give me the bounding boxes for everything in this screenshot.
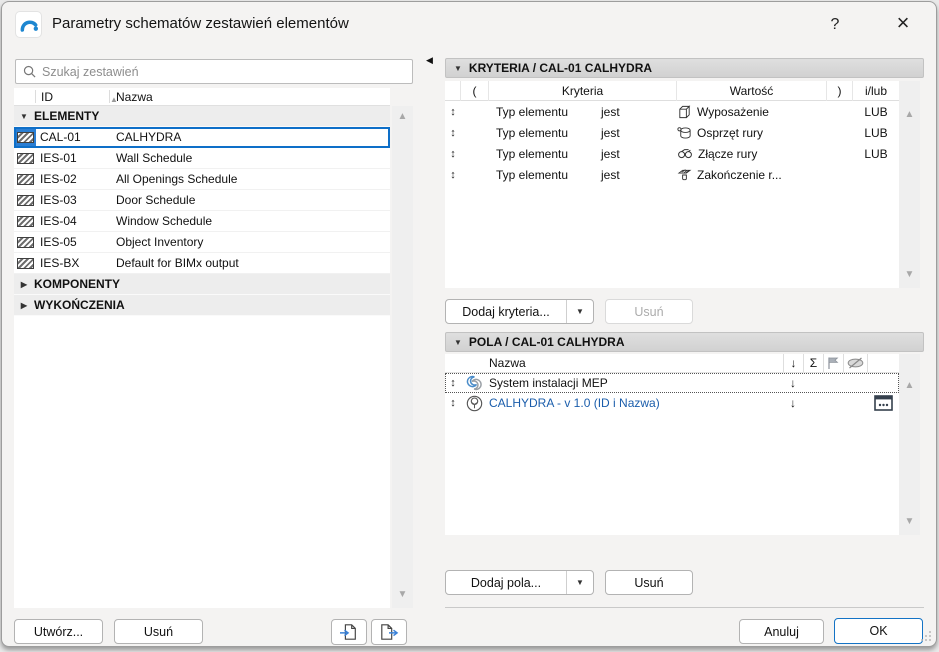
col-nazwa: Nazwa [487,356,783,370]
fields-table: Nazwa ↓ Σ ↕ System instalacji MEP ↓ ↕ [445,354,899,535]
section-collapse-icon: ▼ [454,338,462,347]
drag-handle-icon[interactable]: ↕ [445,397,461,409]
pipe-termination-icon [677,167,692,183]
search-box [15,59,413,84]
field-row[interactable]: ↕ System instalacji MEP ↓ [445,373,899,393]
property-tree-icon [461,395,487,412]
add-criteria-button[interactable]: Dodaj kryteria... ▼ [445,299,594,324]
scroll-down-icon[interactable]: ▼ [899,269,920,280]
fields-table-header: Nazwa ↓ Σ [445,354,899,373]
criteria-row[interactable]: ↕ Typ elementu jest Wyposażenie LUB [445,101,899,122]
footer-divider [445,607,924,608]
drag-handle-icon[interactable]: ↕ [445,169,461,181]
close-icon[interactable]: × [882,8,924,40]
col-close-paren: ) [827,81,853,101]
list-item[interactable]: IES-05 Object Inventory [14,232,390,253]
schedule-icon [14,253,36,273]
drag-handle-icon[interactable]: ↕ [445,106,461,118]
sort-down-icon[interactable]: ↓ [783,376,803,390]
drag-handle-icon[interactable]: ↕ [445,127,461,139]
list-item[interactable]: IES-01 Wall Schedule [14,148,390,169]
scroll-up-icon[interactable]: ▲ [899,109,920,120]
criteria-row[interactable]: ↕ Typ elementu jest Zakończenie r... [445,164,899,185]
column-header-id[interactable]: ID ▲ [36,90,110,104]
list-item[interactable]: IES-03 Door Schedule [14,190,390,211]
criteria-scrollbar[interactable]: ▲ ▼ [899,81,920,288]
cancel-button[interactable]: Anuluj [739,619,824,644]
schedule-icon [14,190,36,210]
schedule-list-header: ID ▲ Nazwa [14,88,390,106]
expand-triangle-icon: ▶ [14,301,34,310]
help-button[interactable]: ? [820,11,850,39]
delete-criteria-button: Usuń [605,299,693,324]
group-row-wykonczenia[interactable]: ▶ WYKOŃCZENIA [14,295,390,316]
dialog-parametry-schematow: Parametry schematów zestawień elementów … [1,1,937,647]
col-open-paren: ( [461,81,489,101]
page-title: Parametry schematów zestawień elementów [52,15,349,32]
list-item[interactable]: IES-02 All Openings Schedule [14,169,390,190]
sum-icon: Σ [803,354,823,372]
drag-handle-icon[interactable]: ↕ [445,148,461,160]
pipe-fitting-icon [677,125,692,141]
schedule-icon [14,169,36,189]
criteria-row[interactable]: ↕ Typ elementu jest Złącze rury LUB [445,143,899,164]
scroll-down-icon[interactable]: ▼ [899,516,920,527]
criteria-table: ( Kryteria Wartość ) i/lub ↕ Typ element… [445,81,899,288]
search-icon [23,65,36,78]
scroll-up-icon[interactable]: ▲ [899,380,920,391]
col-kryteria: Kryteria [489,81,677,101]
field-options-button[interactable] [867,395,899,411]
fields-scrollbar[interactable]: ▲ ▼ [899,354,920,535]
list-item[interactable]: IES-04 Window Schedule [14,211,390,232]
sort-down-icon: ↓ [783,354,803,372]
list-item[interactable]: CAL-01 CALHYDRA [14,127,390,148]
criteria-section-header[interactable]: ▼ KRYTERIA / CAL-01 CALHYDRA [445,58,924,78]
archicad-logo-icon [15,11,42,38]
dropdown-arrow-icon[interactable]: ▼ [566,571,593,594]
sort-asc-icon: ▲ [110,95,118,104]
equipment-icon [677,104,692,120]
group-row-elementy[interactable]: ▼ ELEMENTY [14,106,390,127]
delete-schedule-button[interactable]: Usuń [114,619,203,644]
collapse-triangle-icon: ▼ [14,112,34,121]
list-item[interactable]: IES-BX Default for BIMx output [14,253,390,274]
criteria-row[interactable]: ↕ Typ elementu jest Osprzęt rury LUB [445,122,899,143]
schedule-icon [14,232,36,252]
import-icon [339,623,359,641]
add-fields-button[interactable]: Dodaj pola... ▼ [445,570,594,595]
ok-button[interactable]: OK [834,618,923,644]
col-ilub: i/lub [853,81,899,101]
schedule-icon [14,148,36,168]
schedule-list: ID ▲ Nazwa ▼ ELEMENTY CAL-01 CALHYDRA IE… [14,88,390,608]
fields-section-header[interactable]: ▼ POLA / CAL-01 CALHYDRA [445,332,924,352]
resize-grip[interactable] [921,632,930,641]
scroll-down-icon[interactable]: ▼ [392,589,413,600]
drag-handle-icon[interactable]: ↕ [445,377,461,389]
export-icon [379,623,399,641]
mep-system-icon [461,375,487,391]
schedule-icon [14,127,36,147]
col-wartosc: Wartość [677,81,827,101]
field-row[interactable]: ↕ CALHYDRA - v 1.0 (ID i Nazwa) ↓ [445,393,899,413]
expand-triangle-icon: ▶ [14,280,34,289]
scroll-up-icon[interactable]: ▲ [392,111,413,122]
pipe-junction-icon [677,146,693,162]
dropdown-arrow-icon[interactable]: ▼ [566,300,593,323]
create-button[interactable]: Utwórz... [14,619,103,644]
section-collapse-icon: ▼ [454,64,462,73]
sort-down-icon[interactable]: ↓ [783,396,803,410]
hidden-eye-icon [843,354,867,372]
left-scrollbar[interactable]: ▲ ▼ [392,106,413,608]
group-row-komponenty[interactable]: ▶ KOMPONENTY [14,274,390,295]
criteria-table-header: ( Kryteria Wartość ) i/lub [445,81,899,101]
schedule-icon [14,211,36,231]
delete-fields-button[interactable]: Usuń [605,570,693,595]
search-input[interactable] [42,65,405,79]
panel-collapse-icon[interactable]: ◀ [426,55,433,66]
export-button[interactable] [371,619,407,645]
flag-icon [823,354,843,372]
import-button[interactable] [331,619,367,645]
